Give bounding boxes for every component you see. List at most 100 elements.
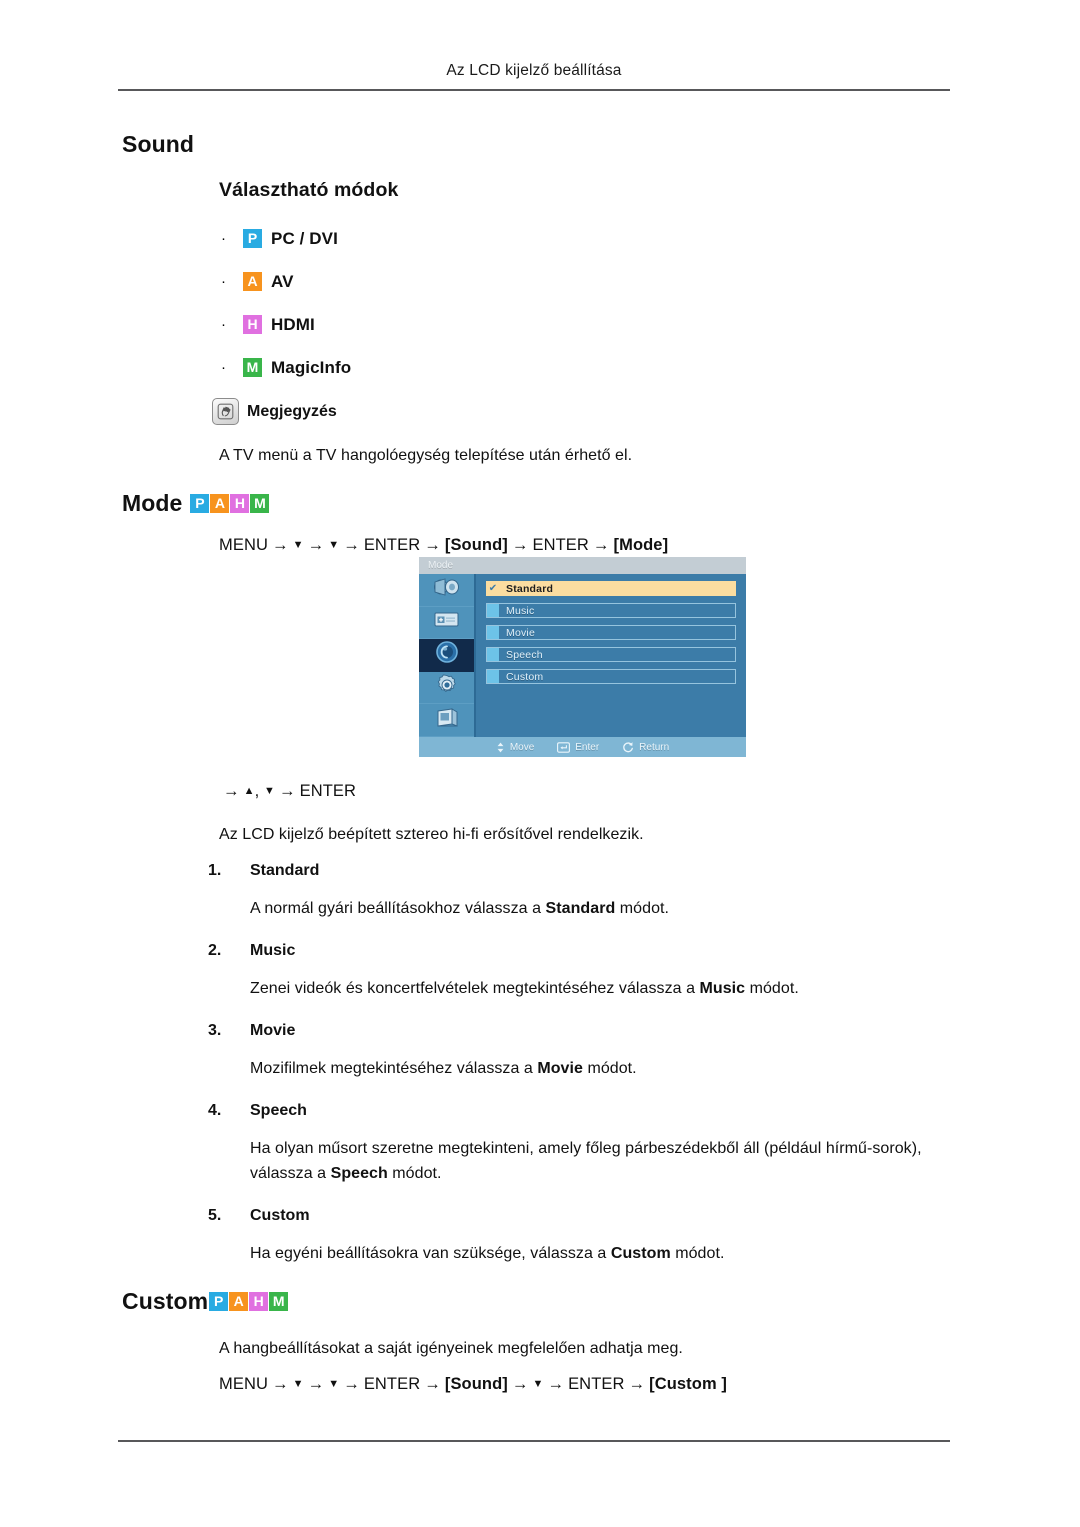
badge-h-icon: H — [230, 494, 250, 513]
item-term: Speech — [250, 1102, 307, 1119]
row-marker — [487, 648, 499, 661]
desc-before: Mozifilmek megtekintéséhez válassza a — [250, 1060, 538, 1077]
path-down-arrow: ▼ — [532, 1378, 544, 1390]
osd-row-speech[interactable]: Speech — [486, 647, 736, 662]
numbered-term: 2. Music — [208, 942, 968, 960]
note-text: A TV menü a TV hangolóegység telepítése … — [219, 447, 633, 464]
badge-a-icon: A — [210, 494, 230, 513]
osd-sidebar-item-multi-control[interactable] — [419, 704, 474, 737]
osd-sidebar — [419, 574, 476, 737]
osd-footer-return: Return — [622, 741, 669, 753]
osd-row-music[interactable]: Music — [486, 603, 736, 618]
desc-before: A normál gyári beállításokhoz válassza a — [250, 900, 546, 917]
subsection-heading-modes: Választható módok — [219, 179, 399, 201]
bullet-marker: · — [221, 316, 226, 333]
path-up-arrow: ▲ — [243, 785, 255, 797]
osd-row-standard[interactable]: ✔ Standard — [486, 581, 736, 596]
screen-icon — [432, 609, 462, 635]
badge-slot: P — [243, 229, 271, 248]
bullet-marker: · — [221, 359, 226, 376]
move-icon — [497, 742, 504, 752]
desc-before: Ha egyéni beállításokra van szüksége, vá… — [250, 1245, 611, 1262]
osd-row-label: Speech — [506, 648, 543, 661]
item-index: 1. — [208, 862, 222, 879]
badge-h-icon: H — [243, 315, 262, 334]
path-down-arrow: ▼ — [292, 539, 304, 551]
desc-bold: Movie — [537, 1060, 583, 1077]
osd-sidebar-item-screen[interactable] — [419, 607, 474, 640]
osd-row-label: Standard — [506, 582, 554, 595]
osd-row-label: Music — [506, 604, 535, 617]
path-menu: MENU — [219, 1375, 268, 1393]
menu-path-mode: MENU → ▼ → ▼ → ENTER → [Sound] → ENTER → [Mode] — [219, 536, 669, 554]
desc-after: módot. — [615, 900, 670, 917]
mode-label: PC / DVI — [271, 228, 338, 248]
badge-row-custom: P A H M — [209, 1292, 289, 1311]
path-comma: , — [254, 782, 260, 800]
row-marker — [487, 670, 499, 683]
badge-a-icon: A — [243, 272, 262, 291]
picture-icon — [432, 576, 462, 603]
osd-row-custom[interactable]: Custom — [486, 669, 736, 684]
footer-rule — [118, 1440, 950, 1442]
list-item: · M MagicInfo — [219, 353, 779, 382]
badge-slot: A — [243, 272, 271, 291]
item-term: Standard — [250, 862, 320, 879]
list-item: 1. Standard A normál gyári beállításokho… — [208, 862, 968, 921]
item-index: 5. — [208, 1207, 222, 1224]
item-term: Music — [250, 942, 296, 959]
item-term: Custom — [250, 1207, 310, 1224]
desc-bold: Speech — [330, 1165, 388, 1182]
bullet-marker: · — [221, 273, 226, 290]
osd-sidebar-item-sound[interactable] — [419, 639, 474, 672]
row-marker — [487, 626, 499, 639]
badge-p-icon: P — [243, 229, 262, 248]
item-index: 2. — [208, 942, 222, 959]
available-modes-list: · P PC / DVI · A AV · H HDMI · M MagicIn… — [219, 224, 779, 396]
running-head: Az LCD kijelző beállítása — [446, 62, 622, 79]
section-heading-custom-label: Custom — [122, 1288, 209, 1314]
bullet-marker: · — [221, 230, 226, 247]
section-heading-sound: Sound — [122, 131, 195, 157]
badge-m-icon: M — [250, 494, 270, 513]
osd-sidebar-item-picture[interactable] — [419, 574, 474, 607]
osd-footer-move: Move — [496, 742, 534, 753]
list-item: · P PC / DVI — [219, 224, 779, 253]
osd-sidebar-item-setup[interactable] — [419, 672, 474, 705]
note-block: Megjegyzés — [212, 398, 337, 425]
badge-p-icon: P — [190, 494, 210, 513]
osd-footer-enter: Enter — [557, 742, 599, 753]
custom-intro-text: A hangbeállításokat a saját igényeinek m… — [219, 1340, 683, 1357]
desc-before: Zenei videók és koncertfelvételek megtek… — [250, 980, 700, 997]
path-down-arrow: ▼ — [328, 1378, 340, 1390]
path-sound: [Sound] — [444, 1375, 508, 1393]
badge-p-icon: P — [209, 1292, 229, 1311]
path-target: [Custom ] — [649, 1375, 727, 1393]
check-icon: ✔ — [488, 583, 498, 594]
path-down-arrow: ▼ — [263, 785, 275, 797]
osd-row-movie[interactable]: Movie — [486, 625, 736, 640]
desc-bold: Standard — [545, 900, 616, 917]
list-item: · H HDMI — [219, 310, 779, 339]
path-sound: [Sound] — [444, 536, 508, 554]
osd-footer-label: Return — [639, 741, 670, 753]
badge-h-icon: H — [249, 1292, 269, 1311]
header-rule — [118, 89, 950, 91]
path-enter: ENTER — [363, 1375, 421, 1393]
osd-footer-bar: Move Enter Return — [419, 737, 746, 757]
path-enter: ENTER — [568, 1375, 625, 1393]
item-description: Ha olyan műsort szeretne megtekinteni, a… — [250, 1136, 968, 1186]
desc-after: módot. — [745, 980, 799, 997]
item-term: Movie — [250, 1022, 296, 1039]
osd-title: Mode — [428, 560, 454, 571]
numbered-term: 5. Custom — [208, 1207, 968, 1225]
list-item: 2. Music Zenei videók és koncertfelvétel… — [208, 942, 968, 1001]
item-description: Zenei videók és koncertfelvételek megtek… — [250, 976, 968, 1001]
desc-after: módot. — [670, 1245, 725, 1262]
list-item: 3. Movie Mozifilmek megtekintéséhez vála… — [208, 1022, 968, 1081]
section-heading-custom: Custom P A H M — [122, 1288, 289, 1315]
item-description: A normál gyári beállításokhoz válassza a… — [250, 896, 968, 921]
section-heading-mode-label: Mode — [122, 490, 183, 516]
list-item: 5. Custom Ha egyéni beállításokra van sz… — [208, 1207, 968, 1266]
path-enter: ENTER — [532, 536, 589, 554]
